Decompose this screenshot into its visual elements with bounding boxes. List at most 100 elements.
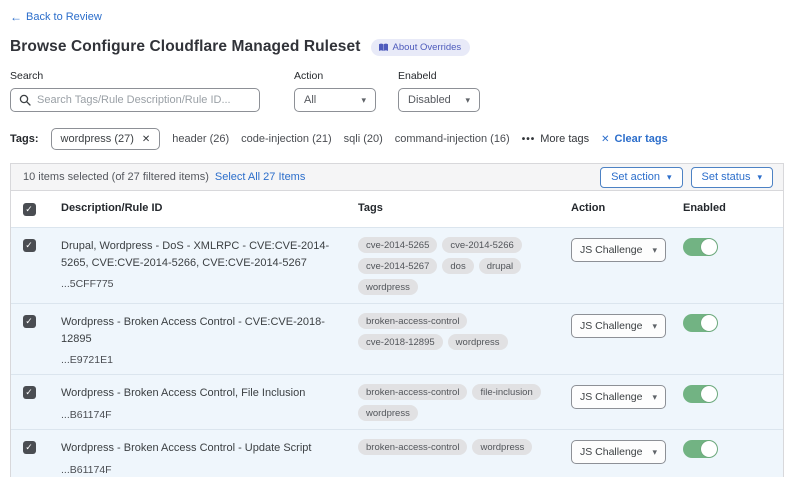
rule-tag: broken-access-control [358, 313, 467, 329]
selection-summary: 10 items selected (of 27 filtered items) [23, 171, 209, 183]
table-row: Wordpress - Broken Access Control - CVE:… [11, 303, 783, 374]
rule-tag: wordpress [472, 439, 532, 455]
row-description-cell: Wordpress - Broken Access Control, File … [61, 385, 358, 421]
chevron-down-icon: ▾ [757, 172, 762, 183]
filters-row: Search Action All ▾ Enabeld Disabled ▾ [10, 70, 784, 112]
rule-action-value: JS Challenge [580, 244, 642, 256]
tag-option-code-injection[interactable]: code-injection (21) [241, 133, 332, 145]
search-filter: Search [10, 70, 260, 112]
row-enabled-cell [683, 440, 783, 458]
rule-id: ...B61174F [61, 464, 344, 476]
rule-action-value: JS Challenge [580, 446, 642, 458]
enabled-filter: Enabeld Disabled ▾ [398, 70, 480, 112]
rule-tag: cve-2018-12895 [358, 334, 443, 350]
rule-tag: wordpress [358, 405, 418, 421]
tags-bar-label: Tags: [10, 133, 39, 145]
about-overrides-badge[interactable]: About Overrides [371, 39, 471, 56]
rule-description: Wordpress - Broken Access Control - CVE:… [61, 314, 344, 347]
row-action-cell: JS Challenge ▾ [571, 440, 683, 464]
toggle-knob [701, 441, 717, 457]
tag-option-sqli[interactable]: sqli (20) [344, 133, 383, 145]
rule-id: ...E9721E1 [61, 354, 344, 366]
row-checkbox[interactable] [23, 315, 36, 328]
select-all-checkbox[interactable] [23, 203, 36, 216]
tags-bar: Tags: wordpress (27) ✕ header (26) code-… [10, 128, 784, 150]
chevron-down-icon: ▾ [667, 172, 672, 183]
row-checkbox-cell [11, 238, 61, 252]
search-input[interactable] [37, 94, 251, 106]
row-checkbox[interactable] [23, 239, 36, 252]
selected-tag-chip[interactable]: wordpress (27) ✕ [51, 128, 161, 150]
rule-tag: file-inclusion [472, 384, 540, 400]
table-body: Drupal, Wordpress - DoS - XMLRPC - CVE:C… [11, 227, 783, 477]
rule-tag: broken-access-control [358, 384, 467, 400]
row-enabled-cell [683, 314, 783, 332]
back-link[interactable]: ← Back to Review [10, 10, 102, 24]
action-label: Action [294, 70, 376, 82]
rule-action-select[interactable]: JS Challenge ▾ [571, 385, 666, 409]
ruleset-table: 10 items selected (of 27 filtered items)… [10, 163, 784, 477]
remove-tag-icon[interactable]: ✕ [142, 134, 150, 145]
rule-action-select[interactable]: JS Challenge ▾ [571, 440, 666, 464]
row-checkbox-cell [11, 385, 61, 399]
clear-tags-button[interactable]: ✕ Clear tags [601, 133, 668, 145]
ellipsis-icon: ••• [522, 134, 536, 145]
rule-id: ...B61174F [61, 409, 344, 421]
rule-description: Wordpress - Broken Access Control, File … [61, 385, 344, 402]
rule-tag: broken-access-control [358, 439, 467, 455]
more-tags-button[interactable]: ••• More tags [522, 133, 589, 145]
header-description: Description/Rule ID [61, 202, 358, 214]
row-checkbox[interactable] [23, 441, 36, 454]
rule-action-value: JS Challenge [580, 391, 642, 403]
row-description-cell: Drupal, Wordpress - DoS - XMLRPC - CVE:C… [61, 238, 358, 290]
row-action-cell: JS Challenge ▾ [571, 238, 683, 262]
set-action-button[interactable]: Set action ▾ [600, 167, 682, 188]
rule-description: Drupal, Wordpress - DoS - XMLRPC - CVE:C… [61, 238, 344, 271]
select-all-link[interactable]: Select All 27 Items [215, 171, 306, 183]
rule-tags-cell: broken-access-controlcve-2018-12895wordp… [358, 313, 571, 350]
header-action: Action [571, 202, 683, 214]
title-row: Browse Configure Cloudflare Managed Rule… [10, 38, 784, 56]
enabled-select-value: Disabled [408, 94, 451, 106]
page: ← Back to Review Browse Configure Cloudf… [0, 0, 794, 477]
row-checkbox[interactable] [23, 386, 36, 399]
enabled-toggle[interactable] [683, 314, 718, 332]
table-row: Drupal, Wordpress - DoS - XMLRPC - CVE:C… [11, 227, 783, 303]
search-icon [19, 94, 31, 106]
rule-action-select[interactable]: JS Challenge ▾ [571, 238, 666, 262]
rule-tag: cve-2014-5265 [358, 237, 437, 253]
rule-tag: cve-2014-5266 [442, 237, 521, 253]
action-select[interactable]: All ▾ [294, 88, 376, 112]
back-arrow-icon: ← [10, 10, 22, 24]
enabled-toggle[interactable] [683, 440, 718, 458]
book-icon [378, 43, 389, 52]
header-enabled: Enabled [683, 202, 783, 214]
row-checkbox-cell [11, 440, 61, 454]
rule-description: Wordpress - Broken Access Control - Upda… [61, 440, 344, 457]
rule-tags-cell: broken-access-control wordpress [358, 439, 571, 455]
about-overrides-label: About Overrides [393, 42, 462, 53]
rule-tag: drupal [479, 258, 521, 274]
chevron-down-icon: ▾ [652, 321, 657, 332]
row-description-cell: Wordpress - Broken Access Control - CVE:… [61, 314, 358, 366]
header-tags: Tags [358, 202, 571, 214]
table-row: Wordpress - Broken Access Control - Upda… [11, 429, 783, 477]
rule-action-select[interactable]: JS Challenge ▾ [571, 314, 666, 338]
rule-tags-cell: cve-2014-5265 cve-2014-5266 cve-2014-5267 d… [358, 237, 571, 295]
chevron-down-icon: ▾ [652, 392, 657, 403]
set-status-label: Set status [702, 171, 751, 183]
search-label: Search [10, 70, 260, 82]
row-action-cell: JS Challenge ▾ [571, 385, 683, 409]
enabled-select[interactable]: Disabled ▾ [398, 88, 480, 112]
set-status-button[interactable]: Set status ▾ [691, 167, 773, 188]
enabled-toggle[interactable] [683, 385, 718, 403]
toggle-knob [701, 239, 717, 255]
header-checkbox-cell [11, 202, 61, 216]
rule-tag: cve-2014-5267 [358, 258, 437, 274]
row-action-cell: JS Challenge ▾ [571, 314, 683, 338]
tag-option-header[interactable]: header (26) [172, 133, 229, 145]
clear-tags-label: Clear tags [615, 133, 668, 145]
tag-option-command-injection[interactable]: command-injection (16) [395, 133, 510, 145]
page-title: Browse Configure Cloudflare Managed Rule… [10, 38, 361, 56]
enabled-toggle[interactable] [683, 238, 718, 256]
